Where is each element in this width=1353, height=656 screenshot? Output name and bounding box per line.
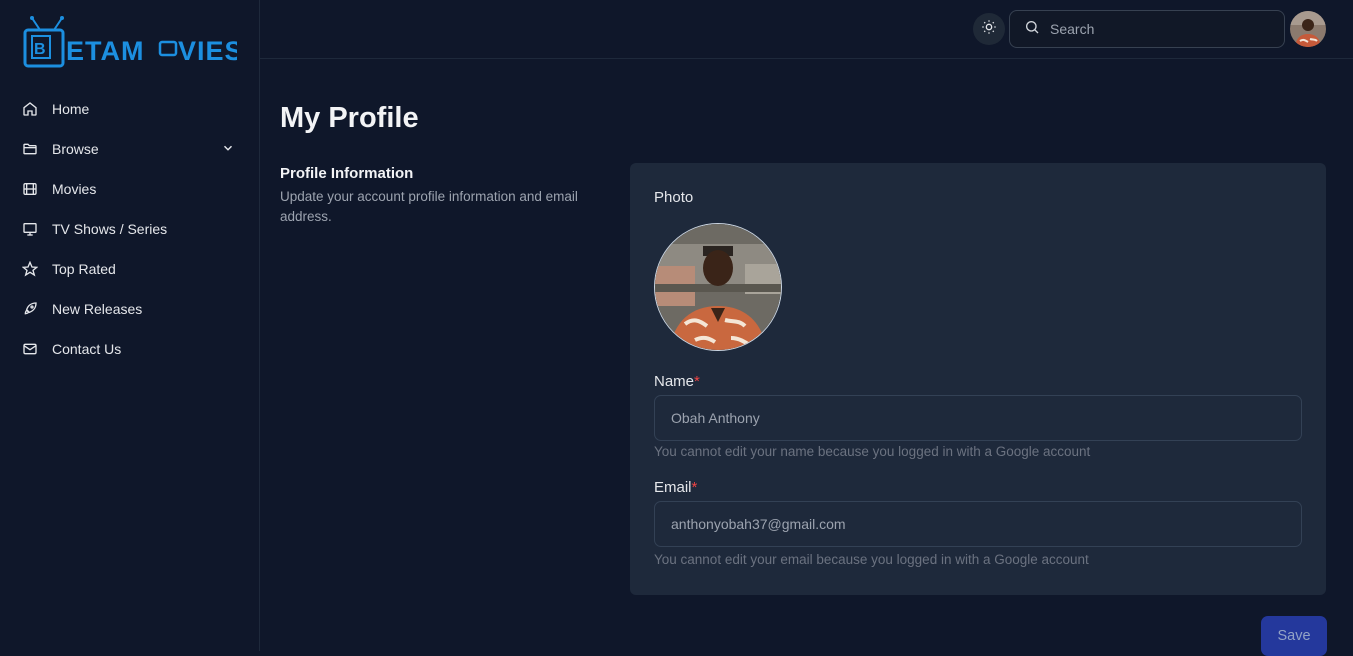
sidebar-item-label: Home <box>52 101 90 117</box>
section-title: Profile Information <box>280 165 414 182</box>
section-description: Update your account profile information … <box>280 189 578 224</box>
sidebar-item-label: Contact Us <box>52 341 122 357</box>
name-label-text: Name <box>654 373 695 390</box>
sidebar-item-browse[interactable]: Browse <box>0 129 259 169</box>
sidebar-item-label: New Releases <box>52 301 143 317</box>
photo-label: Photo <box>654 189 694 206</box>
page-title: My Profile <box>280 102 419 134</box>
home-icon <box>22 101 38 117</box>
sidebar-item-contact-us[interactable]: Contact Us <box>0 329 259 369</box>
profile-form-card: Photo Name* Obah Anthony You cannot edit… <box>630 163 1326 595</box>
email-help-text: You cannot edit your email because you l… <box>654 552 1089 567</box>
email-label-text: Email <box>654 479 692 496</box>
sun-icon <box>981 19 997 40</box>
save-button[interactable]: Save <box>1261 616 1327 656</box>
search-box[interactable] <box>1009 10 1285 48</box>
folder-icon <box>22 141 38 157</box>
svg-text:B: B <box>34 41 46 58</box>
search-icon <box>1024 19 1040 40</box>
theme-toggle-button[interactable] <box>973 13 1005 45</box>
profile-photo[interactable] <box>654 223 782 351</box>
sidebar-nav: Home Browse Movies TV Shows / Series Top… <box>0 89 259 369</box>
svg-text:ETAM: ETAM <box>66 36 145 66</box>
sidebar-item-home[interactable]: Home <box>0 89 259 129</box>
search-input[interactable] <box>1050 21 1270 37</box>
film-icon <box>22 181 38 197</box>
tv-icon <box>22 221 38 237</box>
top-bar <box>260 0 1353 59</box>
email-label: Email* <box>654 479 697 496</box>
name-field[interactable]: Obah Anthony <box>654 395 1302 441</box>
name-help-text: You cannot edit your name because you lo… <box>654 444 1091 459</box>
email-field[interactable]: anthonyobah37@gmail.com <box>654 501 1302 547</box>
sidebar-item-label: Browse <box>52 141 99 157</box>
star-icon <box>22 261 38 277</box>
sidebar-item-new-releases[interactable]: New Releases <box>0 289 259 329</box>
sidebar-item-top-rated[interactable]: Top Rated <box>0 249 259 289</box>
sidebar-item-movies[interactable]: Movies <box>0 169 259 209</box>
user-avatar[interactable] <box>1290 11 1326 47</box>
sidebar: B ETAM VIES Home Browse Movies TV Shows … <box>0 0 260 651</box>
name-label: Name* <box>654 373 700 390</box>
rocket-icon <box>22 301 38 317</box>
mail-icon <box>22 341 38 357</box>
sidebar-item-label: TV Shows / Series <box>52 221 168 237</box>
betamovies-logo[interactable]: B ETAM VIES <box>22 16 243 70</box>
svg-text:VIES: VIES <box>178 36 237 66</box>
required-marker: * <box>691 479 698 496</box>
required-marker: * <box>694 373 700 390</box>
sidebar-item-label: Movies <box>52 181 97 197</box>
sidebar-item-tv-shows[interactable]: TV Shows / Series <box>0 209 259 249</box>
sidebar-item-label: Top Rated <box>52 261 116 277</box>
chevron-down-icon[interactable] <box>221 141 235 155</box>
